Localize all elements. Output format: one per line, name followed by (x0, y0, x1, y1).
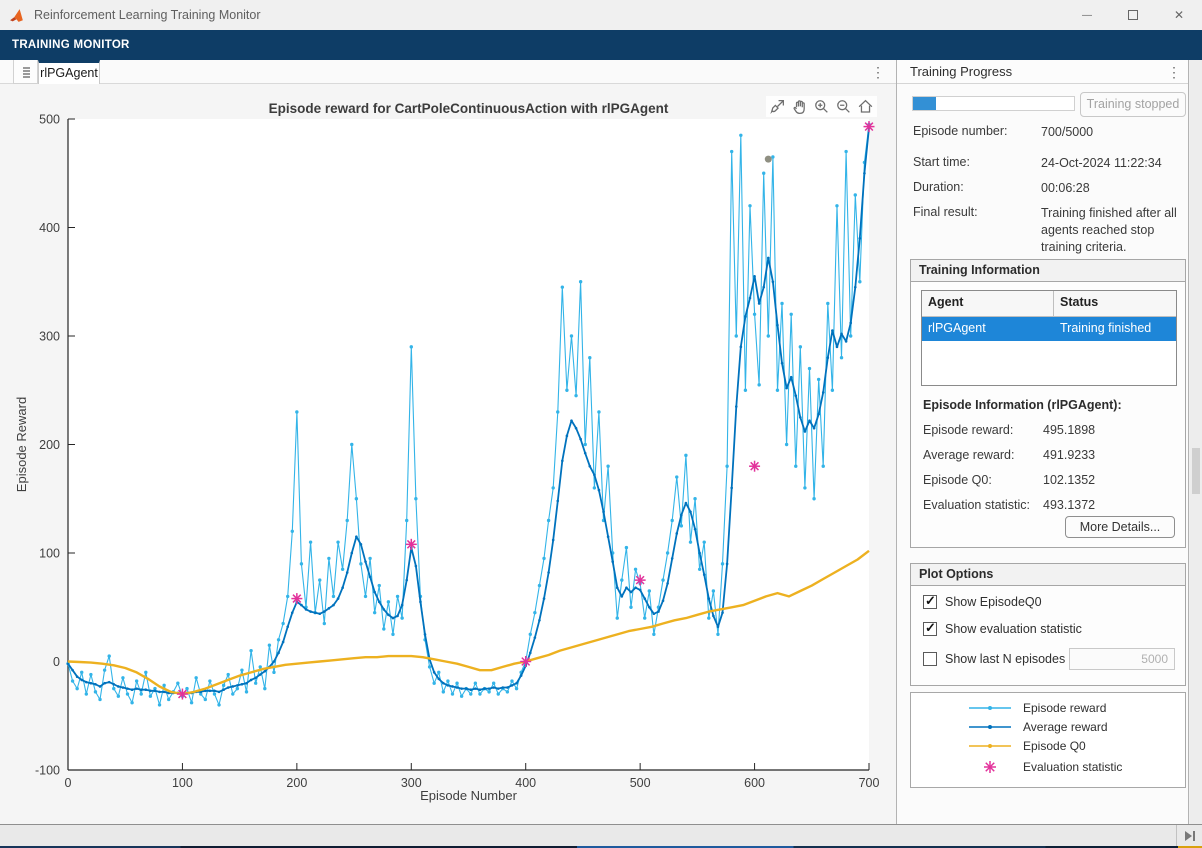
training-progress-bar (912, 96, 1075, 111)
window-title: Reinforcement Learning Training Monitor (34, 8, 261, 22)
pan-icon[interactable] (790, 97, 809, 116)
svg-text:400: 400 (39, 221, 60, 235)
chart-legend: Episode reward Average reward Episode Q0… (910, 692, 1186, 788)
panel-title: Training Progress (910, 64, 1012, 79)
tabstrip: rlPGAgent (0, 60, 896, 84)
svg-text:Episode Number: Episode Number (420, 788, 517, 803)
svg-text:100: 100 (39, 547, 60, 561)
training-stopped-button: Training stopped (1080, 92, 1186, 117)
close-icon[interactable] (1156, 0, 1202, 30)
agent-status-table: Agent Status rlPGAgent Training finished (921, 290, 1177, 386)
checkbox-show-episodeq0[interactable]: Show EpisodeQ0 (923, 595, 1042, 609)
minimize-icon[interactable] (1064, 0, 1110, 30)
episode-q0-value: 102.1352 (1043, 473, 1095, 487)
checkbox-label: Show last N episodes (945, 652, 1065, 666)
matlab-logo-icon (9, 7, 26, 24)
plot-options-title: Plot Options (911, 564, 1185, 586)
svg-text:500: 500 (630, 776, 651, 790)
svg-text:200: 200 (286, 776, 307, 790)
svg-text:100: 100 (172, 776, 193, 790)
tab-rlpgagent[interactable]: rlPGAgent (38, 60, 100, 85)
skip-to-end-icon[interactable] (1183, 829, 1197, 843)
checkbox-label: Show EpisodeQ0 (945, 595, 1042, 609)
document-panel: rlPGAgent 0 100 200 300 400 500 600 700 -100 0 100… (0, 60, 896, 824)
table-row[interactable]: rlPGAgent Training finished (922, 317, 1176, 341)
legend-label: Evaluation statistic (1023, 760, 1122, 774)
axes-toolbar (766, 96, 877, 117)
svg-text:700: 700 (859, 776, 880, 790)
svg-text:300: 300 (39, 330, 60, 344)
panel-header: Training Progress (897, 60, 1188, 84)
progress-fill (913, 97, 936, 110)
svg-text:300: 300 (401, 776, 422, 790)
duration-value: 00:06:28 (1041, 180, 1183, 197)
training-information-group: Training Information Agent Status rlPGAg… (910, 259, 1186, 548)
final-result-label: Final result: (913, 205, 978, 219)
column-header-status: Status (1054, 291, 1176, 316)
duration-label: Duration: (913, 180, 964, 194)
training-plot-svg: 0 100 200 300 400 500 600 700 -100 0 100 200 300 400 5… (0, 84, 896, 824)
zoom-in-icon[interactable] (812, 97, 831, 116)
statusbar-divider (1176, 825, 1177, 847)
column-header-agent: Agent (922, 291, 1054, 316)
checkbox-label: Show evaluation statistic (945, 622, 1082, 636)
agent-cell: rlPGAgent (922, 317, 1054, 341)
episode-information-title: Episode Information (rlPGAgent): (923, 398, 1122, 412)
episode-reward-line-swatch (967, 702, 1013, 714)
svg-text:500: 500 (39, 113, 60, 127)
svg-text:-100: -100 (35, 764, 60, 778)
legend-label: Episode reward (1023, 701, 1106, 715)
checkbox-icon[interactable] (923, 652, 937, 666)
episode-number-label: Episode number: (913, 124, 1008, 138)
panel-menu-icon[interactable] (1166, 64, 1182, 80)
ribbon-tab-training-monitor[interactable]: TRAINING MONITOR (0, 39, 142, 51)
episode-reward-label: Episode reward: (923, 423, 1013, 437)
svg-text:0: 0 (65, 776, 72, 790)
episode-q0-line-swatch (967, 740, 1013, 752)
evaluation-statistic-value: 493.1372 (1043, 498, 1095, 512)
svg-text:600: 600 (744, 776, 765, 790)
plot-options-group: Plot Options Show EpisodeQ0 Show evaluat… (910, 563, 1186, 686)
average-reward-line-swatch (967, 721, 1013, 733)
episode-number-value: 700/5000 (1041, 124, 1183, 141)
svg-text:0: 0 (53, 655, 60, 669)
start-time-label: Start time: (913, 155, 970, 169)
zoom-out-icon[interactable] (834, 97, 853, 116)
ribbon: TRAINING MONITOR (0, 30, 1202, 60)
episode-reward-value: 495.1898 (1043, 423, 1095, 437)
more-details-button[interactable]: More Details... (1065, 516, 1175, 538)
last-n-episodes-input (1069, 648, 1175, 670)
legend-label: Episode Q0 (1023, 739, 1086, 753)
legend-label: Average reward (1023, 720, 1108, 734)
tab-overflow-menu-icon[interactable] (870, 64, 886, 80)
svg-text:Episode reward for CartPoleCon: Episode reward for CartPoleContinuousAct… (269, 101, 669, 116)
average-reward-label: Average reward: (923, 448, 1015, 462)
home-icon[interactable] (856, 97, 875, 116)
training-progress-panel: Training Progress Training stopped Episo… (897, 60, 1189, 824)
right-gutter (1190, 60, 1202, 824)
statusbar (0, 824, 1202, 846)
titlebar: Reinforcement Learning Training Monitor (0, 0, 1202, 30)
export-icon[interactable] (768, 97, 787, 116)
average-reward-value: 491.9233 (1043, 448, 1095, 462)
maximize-icon[interactable] (1110, 0, 1156, 30)
status-cell: Training finished (1054, 317, 1176, 341)
checkbox-icon[interactable] (923, 595, 937, 609)
tab-drag-handle-icon[interactable] (13, 60, 38, 84)
checkbox-show-evaluation-statistic[interactable]: Show evaluation statistic (923, 622, 1082, 636)
scrollbar-thumb[interactable] (1192, 448, 1200, 494)
evaluation-statistic-asterisk-swatch (967, 759, 1013, 775)
svg-text:200: 200 (39, 438, 60, 452)
checkbox-show-last-n-episodes[interactable]: Show last N episodes (923, 652, 1065, 666)
final-result-value: Training finished after all agents reach… (1041, 205, 1183, 256)
start-time-value: 24-Oct-2024 11:22:34 (1041, 155, 1183, 172)
training-information-title: Training Information (911, 260, 1185, 282)
episode-q0-label: Episode Q0: (923, 473, 992, 487)
svg-text:Episode Reward: Episode Reward (14, 397, 29, 492)
evaluation-statistic-label: Evaluation statistic: (923, 498, 1030, 512)
svg-text:400: 400 (515, 776, 536, 790)
checkbox-icon[interactable] (923, 622, 937, 636)
chart-document: 0 100 200 300 400 500 600 700 -100 0 100 200 300 400 5… (0, 84, 896, 824)
